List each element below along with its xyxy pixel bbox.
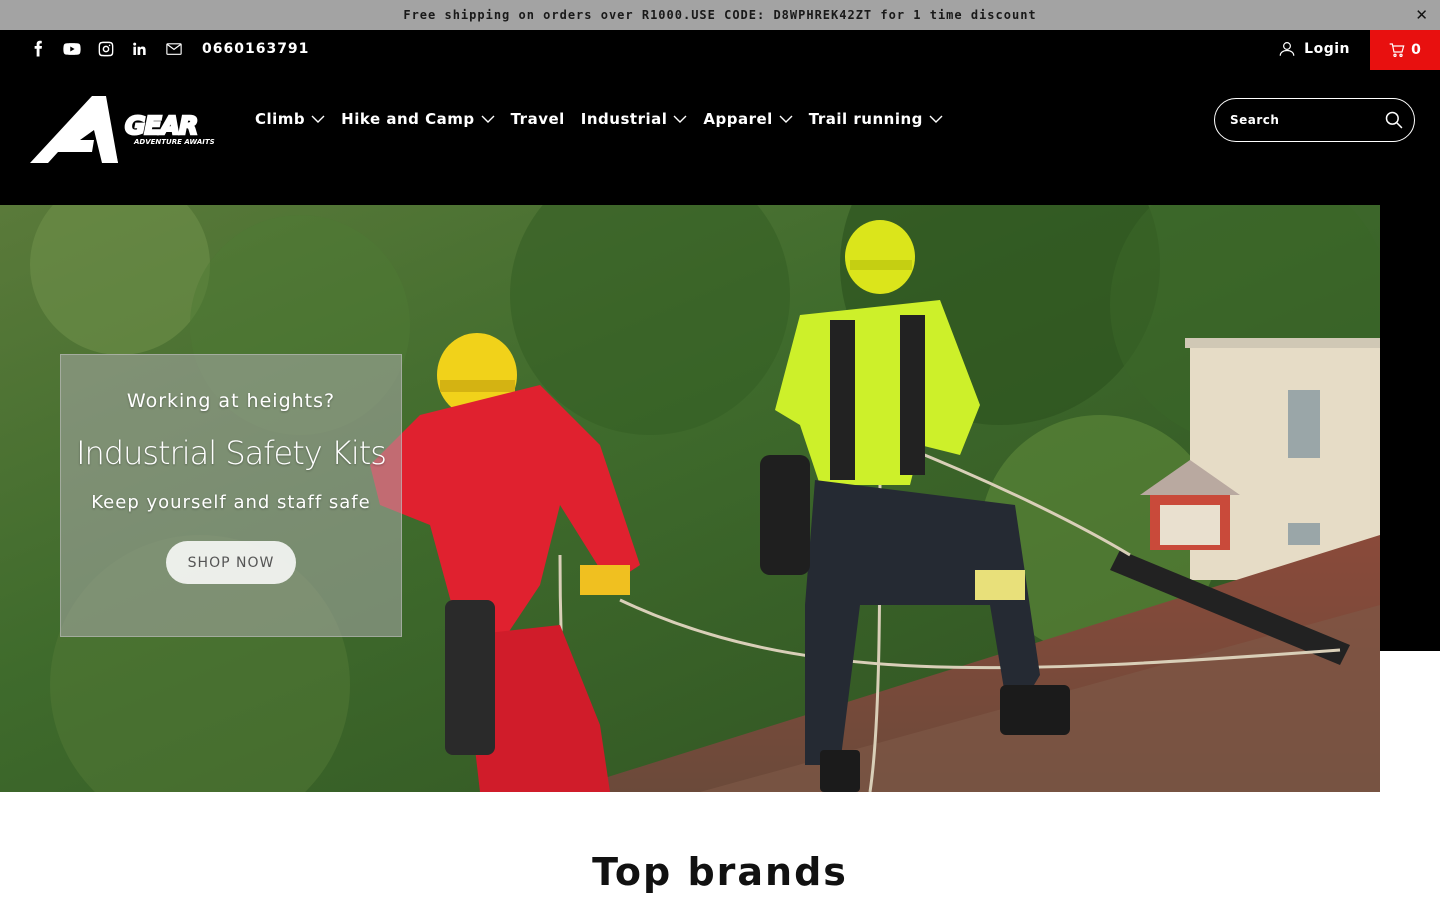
chevron-down-icon [673, 115, 687, 123]
nav-item-travel[interactable]: Travel [511, 110, 565, 128]
announcement-bar: Free shipping on orders over R1000.USE C… [0, 0, 1440, 30]
youtube-icon[interactable] [62, 39, 82, 59]
search-input[interactable] [1230, 113, 1380, 127]
login-label: Login [1304, 41, 1350, 57]
nav-item-label: Climb [255, 110, 306, 128]
site-logo[interactable]: GEAR GEAR ADVENTURE AWAITS [30, 96, 225, 164]
instagram-icon[interactable] [96, 39, 116, 59]
promo-subtitle: Working at heights? [126, 390, 336, 412]
announcement-text: Free shipping on orders over R1000.USE C… [403, 8, 1037, 22]
cart-count: 0 [1411, 42, 1421, 58]
top-bar: 0660163791 Login 0 [0, 30, 1440, 70]
nav-item-climb[interactable]: Climb [255, 110, 325, 128]
cart-icon [1389, 43, 1405, 57]
promo-description: Keep yourself and staff safe [91, 492, 371, 513]
nav-item-label: Trail running [808, 110, 923, 128]
mail-icon[interactable] [164, 39, 184, 59]
logo-tagline: ADVENTURE AWAITS [133, 138, 215, 146]
promo-card: Working at heights? Industrial Safety Ki… [60, 354, 402, 637]
shop-now-button[interactable]: SHOP NOW [166, 541, 296, 584]
nav-item-label: Apparel [703, 110, 773, 128]
section-title: Top brands [592, 850, 848, 894]
login-link[interactable]: Login [1278, 40, 1350, 58]
site-header: 0660163791 Login 0 GEAR GEAR ADVENTURE A… [0, 30, 1440, 205]
nav-item-apparel[interactable]: Apparel [703, 110, 793, 128]
nav-item-label: Hike and Camp [341, 110, 475, 128]
search-icon[interactable] [1384, 110, 1404, 130]
logo-wordmark-fill: GEAR [125, 111, 197, 140]
chevron-down-icon [779, 115, 793, 123]
nav-item-label: Travel [510, 110, 565, 128]
promo-title: Industrial Safety Kits [76, 434, 387, 472]
hero-banner[interactable]: Working at heights? Industrial Safety Ki… [0, 205, 1380, 792]
main-nav: Climb Hike and Camp Travel Industrial Ap… [255, 110, 943, 128]
nav-item-industrial[interactable]: Industrial [581, 110, 688, 128]
nav-item-hike-and-camp[interactable]: Hike and Camp [341, 110, 495, 128]
linkedin-icon[interactable] [130, 39, 150, 59]
chevron-down-icon [929, 115, 943, 123]
nav-item-label: Industrial [580, 110, 668, 128]
cart-button[interactable]: 0 [1370, 30, 1440, 70]
chevron-down-icon [481, 115, 495, 123]
search-box[interactable] [1214, 98, 1415, 142]
chevron-down-icon [311, 115, 325, 123]
phone-number[interactable]: 0660163791 [202, 41, 309, 57]
user-icon [1279, 42, 1295, 56]
nav-item-trail-running[interactable]: Trail running [809, 110, 943, 128]
logo-mark: GEAR GEAR ADVENTURE AWAITS [30, 96, 215, 163]
social-links: 0660163791 [28, 39, 309, 59]
close-icon[interactable]: ✕ [1415, 6, 1428, 24]
facebook-icon[interactable] [28, 39, 48, 59]
